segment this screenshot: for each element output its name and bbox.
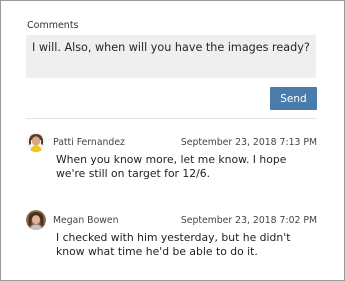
timestamp: September 23, 2018 7:02 PM — [180, 215, 317, 226]
comments-label: Comments — [27, 20, 79, 31]
author-name: Patti Fernandez — [53, 137, 125, 148]
comment-entry: Megan Bowen September 23, 2018 7:02 PM I… — [26, 210, 317, 270]
divider — [26, 118, 317, 119]
comment-entry: Patti Fernandez September 23, 2018 7:13 … — [26, 132, 317, 192]
avatar — [26, 132, 46, 152]
comment-text: I checked with him yesterday, but he did… — [56, 231, 291, 258]
avatar — [26, 210, 46, 230]
send-button[interactable]: Send — [270, 87, 317, 110]
user-avatar-megan-icon — [26, 210, 46, 230]
user-avatar-patti-icon — [26, 132, 46, 152]
timestamp: September 23, 2018 7:13 PM — [180, 137, 317, 148]
comments-panel: Comments I will. Also, when will you hav… — [0, 0, 345, 281]
comment-text: When you know more, let me know. I hope … — [56, 153, 287, 180]
comment-input[interactable]: I will. Also, when will you have the ima… — [26, 35, 316, 78]
author-name: Megan Bowen — [53, 215, 119, 226]
